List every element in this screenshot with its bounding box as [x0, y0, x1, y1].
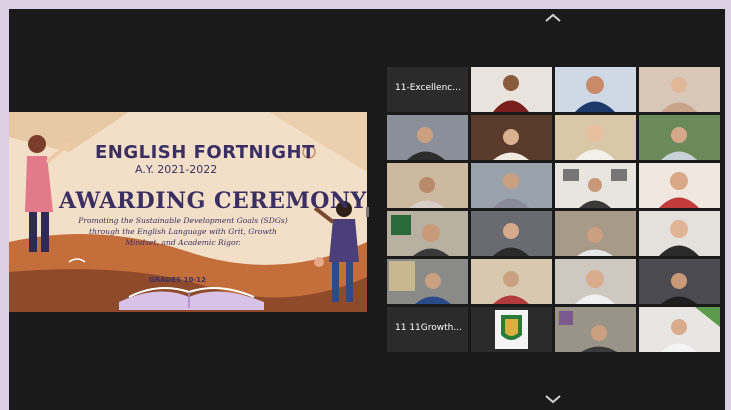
- participant-video[interactable]: [555, 115, 636, 160]
- school-logo-icon: [495, 310, 528, 349]
- participant-video[interactable]: [471, 211, 552, 256]
- participant-video[interactable]: [471, 67, 552, 112]
- resize-handle[interactable]: [366, 207, 369, 217]
- slide-academic-year: A.Y. 2021-2022: [135, 163, 218, 176]
- participant-video[interactable]: [639, 163, 720, 208]
- participant-video[interactable]: [639, 259, 720, 304]
- slide-theme-line3: Mindset, and Academic Rigor.: [125, 238, 241, 247]
- participant-video[interactable]: [639, 115, 720, 160]
- slide-event: AWARDING CEREMONY: [59, 188, 367, 214]
- participant-video[interactable]: [555, 67, 636, 112]
- participant-tile-label[interactable]: 11 11Growth...: [387, 307, 468, 352]
- participant-video[interactable]: [387, 115, 468, 160]
- participant-video[interactable]: [387, 259, 468, 304]
- meeting-window: ENGLISH FORTNIGHT A.Y. 2021-2022 AWARDIN…: [9, 9, 725, 410]
- chevron-down-icon[interactable]: [542, 393, 564, 405]
- participant-video[interactable]: [555, 259, 636, 304]
- participant-tile-label[interactable]: 11-Excellenc...: [387, 67, 468, 112]
- participant-video[interactable]: [639, 307, 720, 352]
- participant-name: 11-Excellenc...: [395, 83, 461, 93]
- slide-title: ENGLISH FORTNIGHT: [95, 142, 315, 163]
- slide-theme: Promoting the Sustainable Development Go…: [63, 215, 303, 248]
- participant-video[interactable]: [555, 211, 636, 256]
- participant-video[interactable]: [471, 307, 552, 352]
- slide-grades: GRADES 10-12: [149, 276, 207, 284]
- participant-video[interactable]: [471, 259, 552, 304]
- chevron-up-icon[interactable]: [542, 12, 564, 24]
- slide-theme-line1: Promoting the Sustainable Development Go…: [78, 216, 288, 225]
- participant-video[interactable]: [639, 211, 720, 256]
- participant-video[interactable]: [471, 115, 552, 160]
- participant-video[interactable]: [639, 67, 720, 112]
- shared-screen: ENGLISH FORTNIGHT A.Y. 2021-2022 AWARDIN…: [9, 112, 367, 312]
- participant-name: 11 11Growth...: [395, 323, 462, 333]
- participant-video[interactable]: [387, 163, 468, 208]
- participant-video[interactable]: [555, 163, 636, 208]
- participant-video[interactable]: [555, 307, 636, 352]
- participant-video[interactable]: [471, 163, 552, 208]
- participant-video[interactable]: [387, 211, 468, 256]
- slide-theme-line2: through the English Language with Grit, …: [89, 227, 277, 236]
